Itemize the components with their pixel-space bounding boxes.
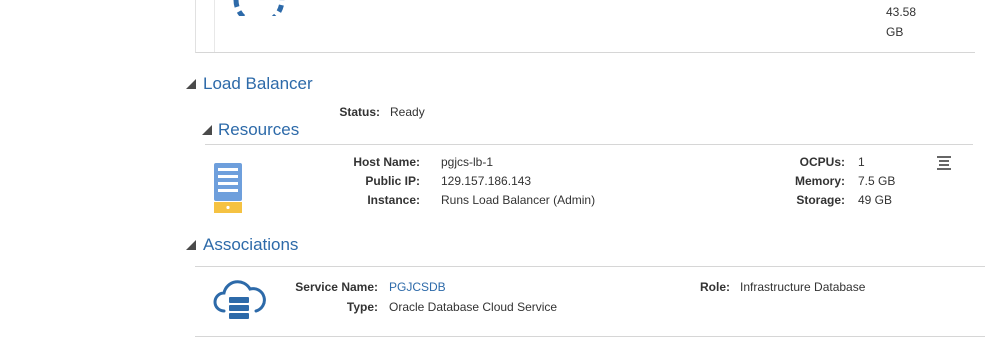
associations-title[interactable]: Associations xyxy=(203,235,298,255)
instance-label: Instance: xyxy=(367,193,420,207)
storage-label: Storage: xyxy=(796,193,845,207)
storage-value: 43.58 xyxy=(886,5,917,19)
type-label: Type: xyxy=(346,300,378,314)
public-ip-label: Public IP: xyxy=(365,174,420,188)
type-value: Oracle Database Cloud Service xyxy=(389,300,558,314)
collapse-triangle-icon[interactable] xyxy=(186,79,196,89)
associations-bottom-divider xyxy=(195,336,985,337)
public-ip-value: 129.157.186.143 xyxy=(441,174,532,188)
menu-lines-icon[interactable] xyxy=(936,155,952,173)
service-name-label: Service Name: xyxy=(295,280,378,294)
server-icon xyxy=(214,163,242,213)
panel-inner-rule xyxy=(214,0,215,52)
ocpus-value: 1 xyxy=(858,155,865,169)
role-value: Infrastructure Database xyxy=(740,280,866,294)
collapse-triangle-icon[interactable] xyxy=(186,240,196,250)
load-balancer-title[interactable]: Load Balancer xyxy=(203,74,313,94)
resources-title[interactable]: Resources xyxy=(218,120,299,140)
instance-panel xyxy=(195,0,975,53)
loading-spinner-icon xyxy=(233,0,285,16)
ocpus-label: OCPUs: xyxy=(799,155,845,169)
instance-value: Runs Load Balancer (Admin) xyxy=(441,193,596,207)
status-label: Status: xyxy=(339,105,380,119)
cloud-database-icon xyxy=(213,280,266,319)
role-label: Role: xyxy=(700,280,730,294)
host-name-value: pgjcs-lb-1 xyxy=(441,155,494,169)
storage-value: 49 GB xyxy=(858,193,893,207)
service-name-link[interactable]: PGJCSDB xyxy=(389,280,446,294)
memory-value: 7.5 GB xyxy=(858,174,896,188)
memory-label: Memory: xyxy=(794,174,845,188)
resources-divider xyxy=(205,144,973,145)
storage-unit: GB xyxy=(886,25,904,39)
collapse-triangle-icon[interactable] xyxy=(202,125,212,135)
host-name-label: Host Name: xyxy=(353,155,420,169)
status-value: Ready xyxy=(390,105,425,119)
associations-top-divider xyxy=(195,266,985,267)
